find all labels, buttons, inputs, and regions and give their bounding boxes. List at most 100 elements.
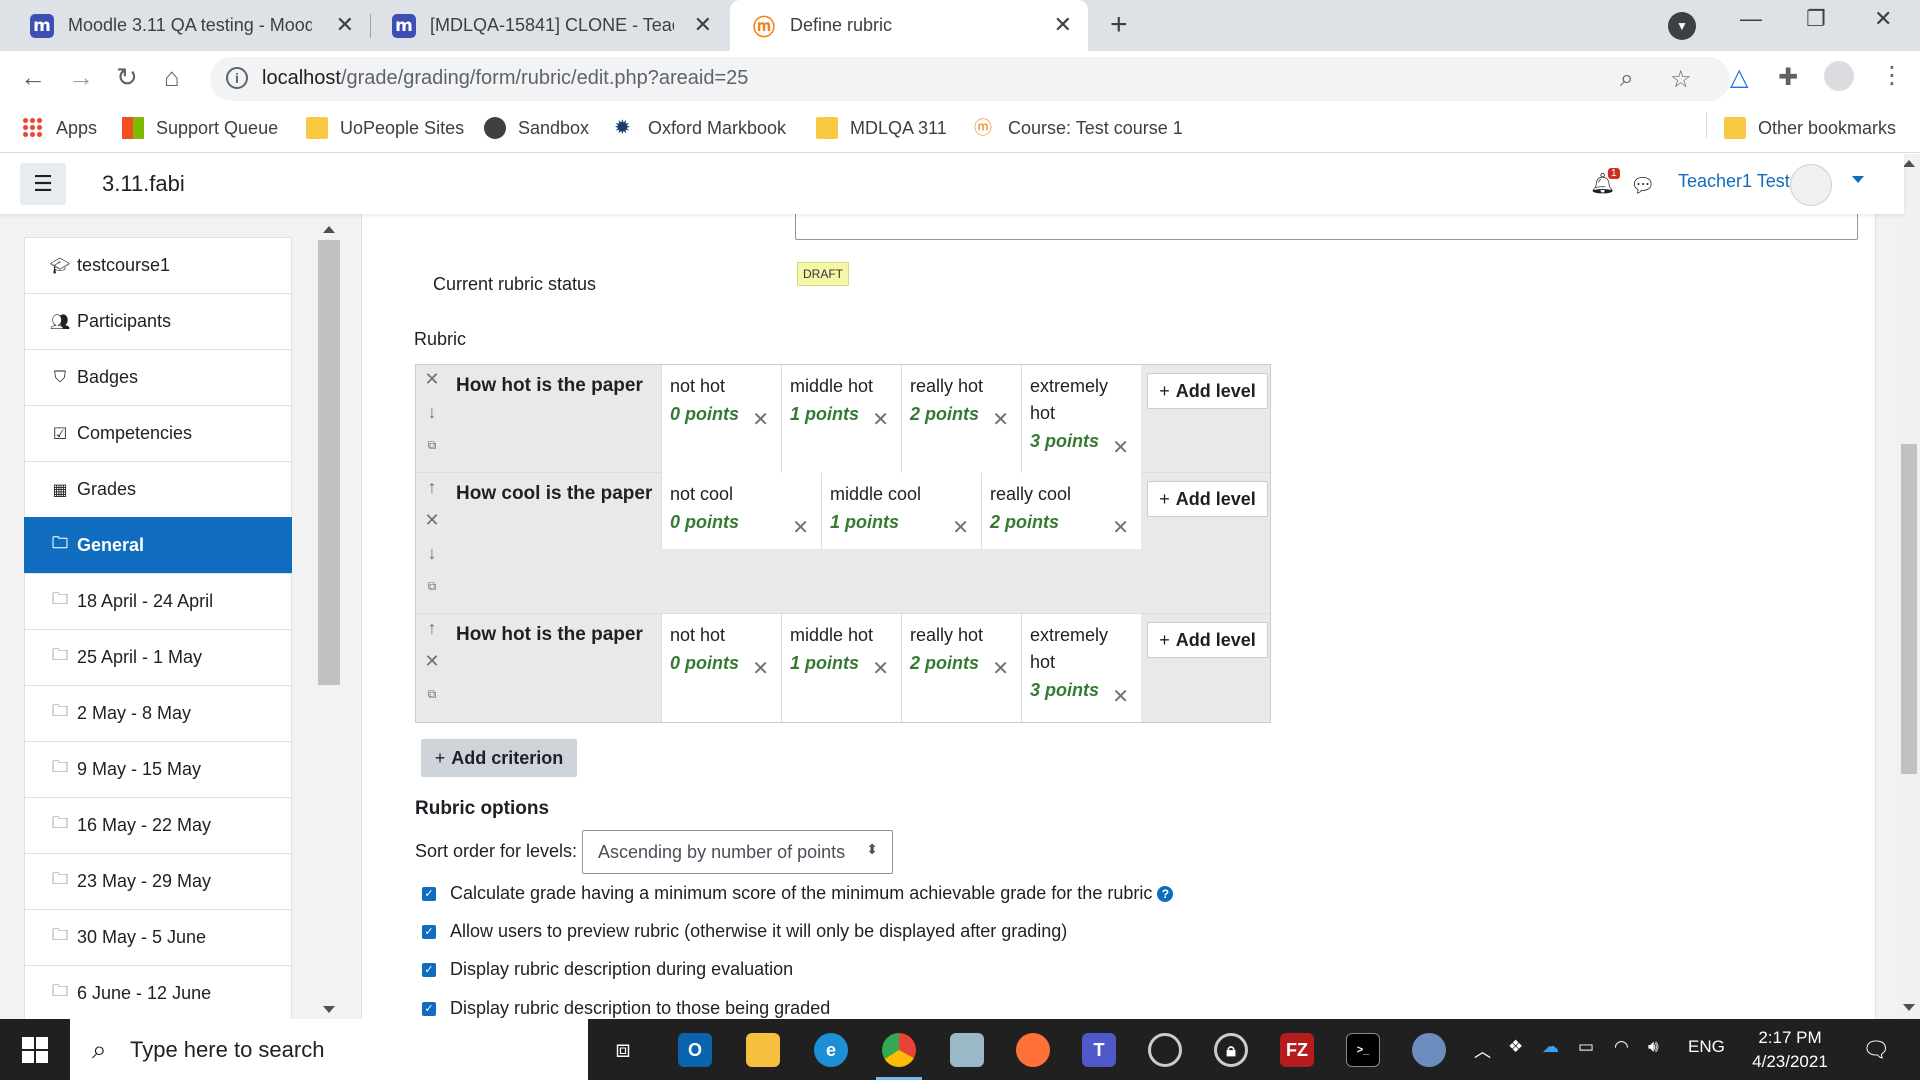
- sidebar-item-week[interactable]: 🗀 23 May - 29 May: [24, 853, 292, 910]
- delete-criterion-icon[interactable]: ✕: [416, 647, 448, 680]
- bookmark-oxford-markbook[interactable]: ✹ Oxford Markbook: [614, 117, 786, 139]
- page-scrollbar[interactable]: [1898, 154, 1920, 1019]
- checkbox-label[interactable]: Display rubric description during evalua…: [450, 959, 793, 980]
- sidebar-item-badges[interactable]: ⛉ Badges: [24, 349, 292, 406]
- bookmark-sandbox[interactable]: Sandbox: [484, 117, 589, 139]
- language-indicator[interactable]: ENG: [1688, 1037, 1725, 1057]
- close-tab-icon[interactable]: ✕: [694, 12, 712, 38]
- address-bar[interactable]: i localhost/grade/grading/form/rubric/ed…: [210, 57, 1730, 101]
- level-definition[interactable]: extremely hot: [1030, 373, 1110, 427]
- firefox-icon[interactable]: [1016, 1033, 1050, 1067]
- tab-search-icon[interactable]: ▼: [1668, 12, 1696, 40]
- zoom-icon[interactable]: ⌕: [1620, 65, 1633, 93]
- scrollbar-thumb[interactable]: [1901, 444, 1917, 774]
- onedrive-icon[interactable]: ☁: [1542, 1037, 1559, 1057]
- level-definition[interactable]: really cool: [990, 481, 1133, 508]
- teams-icon[interactable]: T: [1082, 1033, 1116, 1067]
- bookmark-other-bookmarks[interactable]: Other bookmarks: [1724, 117, 1896, 139]
- delete-level-icon[interactable]: ✕: [752, 407, 769, 432]
- site-name[interactable]: 3.11.fabi: [102, 171, 185, 197]
- edge-icon[interactable]: e: [814, 1033, 848, 1067]
- level-cell[interactable]: really hot 2 points ✕: [901, 614, 1021, 722]
- media-player-icon[interactable]: [1148, 1033, 1182, 1067]
- file-explorer-icon[interactable]: [746, 1033, 780, 1067]
- level-cell[interactable]: middle hot 1 points ✕: [781, 614, 901, 722]
- help-icon[interactable]: ?: [1157, 886, 1174, 903]
- forward-arrow-icon[interactable]: →: [68, 62, 94, 93]
- bookmark-mdlqa-311[interactable]: MDLQA 311: [816, 117, 947, 139]
- delete-level-icon[interactable]: ✕: [992, 656, 1009, 681]
- level-definition[interactable]: middle hot: [790, 622, 893, 649]
- task-view-icon[interactable]: ⧈: [606, 1033, 640, 1067]
- wifi-icon[interactable]: ◠: [1614, 1037, 1629, 1057]
- sidebar-item-week[interactable]: 🗀 2 May - 8 May: [24, 685, 292, 742]
- browser-tab-moodle-qa[interactable]: m Moodle 3.11 QA testing - Moodle ✕: [8, 0, 370, 51]
- level-cell[interactable]: middle hot 1 points ✕: [781, 365, 901, 473]
- notification-center-icon[interactable]: 🗨︎: [1862, 1037, 1890, 1063]
- sidebar-item-week[interactable]: 🗀 25 April - 1 May: [24, 629, 292, 686]
- level-definition[interactable]: really hot: [910, 373, 1013, 400]
- tray-chevron-icon[interactable]: ︿: [1474, 1037, 1491, 1062]
- move-down-icon[interactable]: ↓: [416, 539, 448, 572]
- close-tab-icon[interactable]: ✕: [1054, 12, 1072, 38]
- sidebar-item-grades[interactable]: ▦ Grades: [24, 461, 292, 518]
- lock-app-icon[interactable]: 🔒︎: [1214, 1033, 1248, 1067]
- move-up-icon[interactable]: ↑: [416, 614, 448, 647]
- delete-level-icon[interactable]: ✕: [752, 656, 769, 681]
- filezilla-icon[interactable]: FZ: [1280, 1033, 1314, 1067]
- bookmark-uopeople-sites[interactable]: UoPeople Sites: [306, 117, 464, 139]
- checkbox-label[interactable]: Display rubric description to those bein…: [450, 998, 830, 1019]
- level-definition[interactable]: not hot: [670, 622, 773, 649]
- delete-criterion-icon[interactable]: ✕: [416, 365, 448, 398]
- add-criterion-button[interactable]: + Add criterion: [421, 739, 577, 777]
- level-definition[interactable]: not cool: [670, 481, 813, 508]
- sidebar-item-participants[interactable]: 👥︎ Participants: [24, 293, 292, 350]
- sort-order-select[interactable]: Ascending by number of points ⬍: [582, 830, 893, 874]
- criterion-description[interactable]: How hot is the paper: [456, 624, 656, 646]
- chrome-menu-icon[interactable]: ⋮: [1880, 61, 1904, 90]
- add-level-button[interactable]: + Add level: [1147, 622, 1268, 658]
- sidebar-item-week[interactable]: 🗀 6 June - 12 June: [24, 965, 292, 1019]
- browser-tab-mdlqa[interactable]: m [MDLQA-15841] CLONE - Teacher ✕: [370, 0, 728, 51]
- reload-icon[interactable]: ↻: [116, 62, 138, 93]
- level-cell[interactable]: not hot 0 points ✕: [661, 365, 781, 473]
- delete-level-icon[interactable]: ✕: [872, 656, 889, 681]
- level-cell[interactable]: middle cool 1 points ✕: [821, 473, 981, 549]
- restore-button[interactable]: ❐: [1806, 6, 1826, 32]
- level-definition[interactable]: not hot: [670, 373, 773, 400]
- scroll-down-icon[interactable]: [1903, 1004, 1915, 1011]
- duplicate-icon[interactable]: ⧉: [416, 431, 448, 464]
- avatar[interactable]: [1790, 164, 1832, 206]
- delete-criterion-icon[interactable]: ✕: [416, 506, 448, 539]
- sidebar-item-week[interactable]: 🗀 18 April - 24 April: [24, 573, 292, 630]
- sidebar-item-competencies[interactable]: ☑ Competencies: [24, 405, 292, 462]
- dropbox-icon[interactable]: ❖: [1508, 1037, 1523, 1057]
- scroll-up-icon[interactable]: [1903, 160, 1915, 167]
- chrome-icon[interactable]: [882, 1033, 916, 1067]
- checkbox-label[interactable]: Allow users to preview rubric (otherwise…: [450, 921, 1067, 942]
- taskbar-search-box[interactable]: ⌕ Type here to search: [70, 1019, 588, 1080]
- move-down-icon[interactable]: ↓: [416, 398, 448, 431]
- terminal-icon[interactable]: >_: [1346, 1033, 1380, 1067]
- new-tab-button[interactable]: +: [1110, 8, 1128, 42]
- checkbox-allow-preview[interactable]: ✓: [422, 925, 436, 939]
- level-cell[interactable]: not cool 0 points ✕: [661, 473, 821, 549]
- criterion-description[interactable]: How cool is the paper: [456, 483, 656, 505]
- system-clock[interactable]: 2:17 PM 4/23/2021: [1740, 1026, 1840, 1074]
- delete-level-icon[interactable]: ✕: [792, 515, 809, 540]
- bookmark-apps[interactable]: Apps: [22, 117, 97, 139]
- checkbox-display-description-evaluation[interactable]: ✓: [422, 963, 436, 977]
- close-tab-icon[interactable]: ✕: [336, 12, 354, 38]
- bookmark-star-icon[interactable]: ☆: [1670, 65, 1692, 94]
- url-text[interactable]: localhost/grade/grading/form/rubric/edit…: [262, 67, 748, 90]
- home-icon[interactable]: ⌂: [164, 62, 180, 93]
- close-window-button[interactable]: ✕: [1874, 6, 1892, 32]
- browser-tab-define-rubric[interactable]: ⓜ Define rubric ✕: [730, 0, 1088, 51]
- outlook-icon[interactable]: O: [678, 1033, 712, 1067]
- user-menu-name[interactable]: Teacher1 Test: [1678, 171, 1790, 192]
- volume-icon[interactable]: 🔊︎: [1648, 1037, 1659, 1057]
- delete-level-icon[interactable]: ✕: [1112, 435, 1129, 460]
- level-definition[interactable]: really hot: [910, 622, 1013, 649]
- duplicate-icon[interactable]: ⧉: [416, 680, 448, 713]
- level-cell[interactable]: not hot 0 points ✕: [661, 614, 781, 722]
